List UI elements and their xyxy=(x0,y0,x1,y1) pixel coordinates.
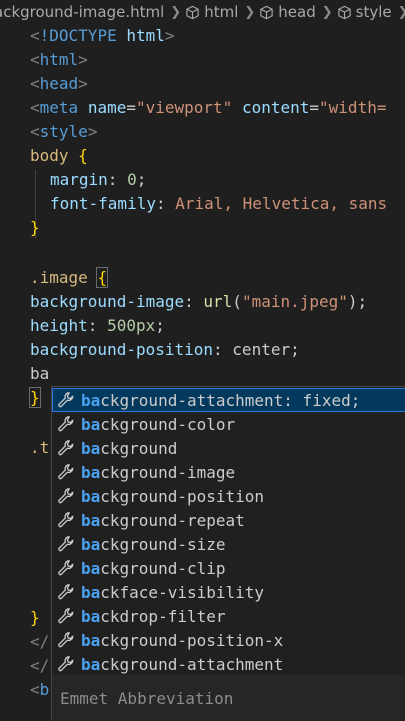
autocomplete-label: ckground-color xyxy=(100,414,236,434)
wrench-icon xyxy=(56,606,76,626)
wrench-icon xyxy=(56,414,76,434)
wrench-icon xyxy=(56,558,76,578)
code-line: } xyxy=(30,218,40,237)
breadcrumb-file[interactable]: ackground-image.html xyxy=(0,3,164,21)
autocomplete-match: ba xyxy=(81,582,101,602)
code-line: } xyxy=(30,608,40,627)
autocomplete-label: ckground-attachment xyxy=(100,654,284,674)
code-line: font-family: Arial, Helvetica, sans xyxy=(50,194,388,213)
autocomplete-item[interactable]: ba ckground-color xyxy=(52,412,405,436)
cube-icon xyxy=(185,5,200,20)
autocomplete-label: ckface-visibility xyxy=(100,582,265,602)
autocomplete-match: ba xyxy=(81,390,101,410)
autocomplete-item[interactable]: ba ckground-image xyxy=(52,460,405,484)
wrench-icon xyxy=(56,654,76,674)
wrench-icon xyxy=(56,462,76,482)
code-line: </ xyxy=(30,656,50,675)
code-line-current[interactable]: ba xyxy=(30,362,49,386)
wrench-icon xyxy=(56,486,76,506)
cube-icon xyxy=(259,5,274,20)
code-line: <b xyxy=(30,680,50,699)
autocomplete-label: ckground-image xyxy=(100,462,236,482)
code-line: .image { xyxy=(30,267,109,288)
code-line: body { xyxy=(30,146,88,165)
code-line: <meta name="viewport" content="width= xyxy=(30,98,387,117)
wrench-icon xyxy=(56,630,76,650)
chevron-right-icon: ❯ xyxy=(170,4,182,20)
cube-icon xyxy=(337,5,352,20)
autocomplete-item[interactable]: ba ckground-clip xyxy=(52,556,405,580)
breadcrumb-item-html[interactable]: html xyxy=(204,3,238,21)
autocomplete-match: ba xyxy=(81,654,101,674)
breadcrumb-item-style[interactable]: style xyxy=(356,3,392,21)
chevron-right-icon: ❯ xyxy=(321,4,333,20)
code-line: background-image: url("main.jpeg"); xyxy=(30,292,368,311)
chevron-right-icon: ❯ xyxy=(398,5,405,20)
autocomplete-label: ckdrop-filter xyxy=(100,606,226,626)
autocomplete-label: ckground xyxy=(100,438,178,458)
autocomplete-item[interactable]: ba ckground-repeat xyxy=(52,508,405,532)
autocomplete-label: ckground-repeat xyxy=(100,510,245,530)
autocomplete-footer: Emmet Abbreviation xyxy=(52,675,405,721)
autocomplete-widget[interactable]: ba ckground-attachment: fixed; ba ckground-… xyxy=(51,386,405,721)
breadcrumb: ackground-image.html ❯ html ❯ head ❯ sty… xyxy=(0,0,405,24)
autocomplete-item[interactable]: ba ckground-position xyxy=(52,484,405,508)
autocomplete-item[interactable]: ba ckground-position-x xyxy=(52,628,405,652)
autocomplete-label: ckground-position xyxy=(100,486,265,506)
autocomplete-match: ba xyxy=(81,486,101,506)
code-line: height: 500px; xyxy=(30,316,165,335)
code-line: margin: 0; xyxy=(50,170,147,189)
autocomplete-item[interactable]: ba ckground xyxy=(52,436,405,460)
autocomplete-match: ba xyxy=(81,630,101,650)
autocomplete-match: ba xyxy=(81,438,101,458)
wrench-icon xyxy=(56,534,76,554)
code-line: <html> xyxy=(30,50,88,69)
autocomplete-item[interactable]: ba ckface-visibility xyxy=(52,580,405,604)
autocomplete-match: ba xyxy=(81,510,101,530)
autocomplete-item[interactable]: ba ckground-size xyxy=(52,532,405,556)
wrench-icon xyxy=(56,438,76,458)
autocomplete-label: ckground-clip xyxy=(100,558,226,578)
wrench-icon xyxy=(56,582,76,602)
code-line: </ xyxy=(30,632,50,651)
autocomplete-item[interactable]: ba ckdrop-filter xyxy=(52,604,405,628)
code-line: background-position: center; xyxy=(30,340,300,359)
wrench-icon xyxy=(56,390,76,410)
wrench-icon xyxy=(56,510,76,530)
autocomplete-match: ba xyxy=(81,414,101,434)
autocomplete-item[interactable]: ba ckground-attachment xyxy=(52,652,405,676)
code-line: <!DOCTYPE html> xyxy=(30,26,175,45)
autocomplete-item[interactable]: ba ckground-attachment: fixed; xyxy=(52,388,405,412)
autocomplete-label: ckground-size xyxy=(100,534,226,554)
autocomplete-label: ckground-attachment: fixed; xyxy=(100,390,361,410)
code-line: <style> xyxy=(30,122,98,141)
code-line: } xyxy=(29,387,41,408)
code-line: <head> xyxy=(30,74,88,93)
autocomplete-match: ba xyxy=(81,606,101,626)
breadcrumb-item-head[interactable]: head xyxy=(278,3,315,21)
autocomplete-match: ba xyxy=(81,462,101,482)
code-line: .t xyxy=(30,438,50,457)
autocomplete-match: ba xyxy=(81,534,101,554)
chevron-right-icon: ❯ xyxy=(244,4,256,20)
autocomplete-label: ckground-position-x xyxy=(100,630,284,650)
autocomplete-match: ba xyxy=(81,558,101,578)
